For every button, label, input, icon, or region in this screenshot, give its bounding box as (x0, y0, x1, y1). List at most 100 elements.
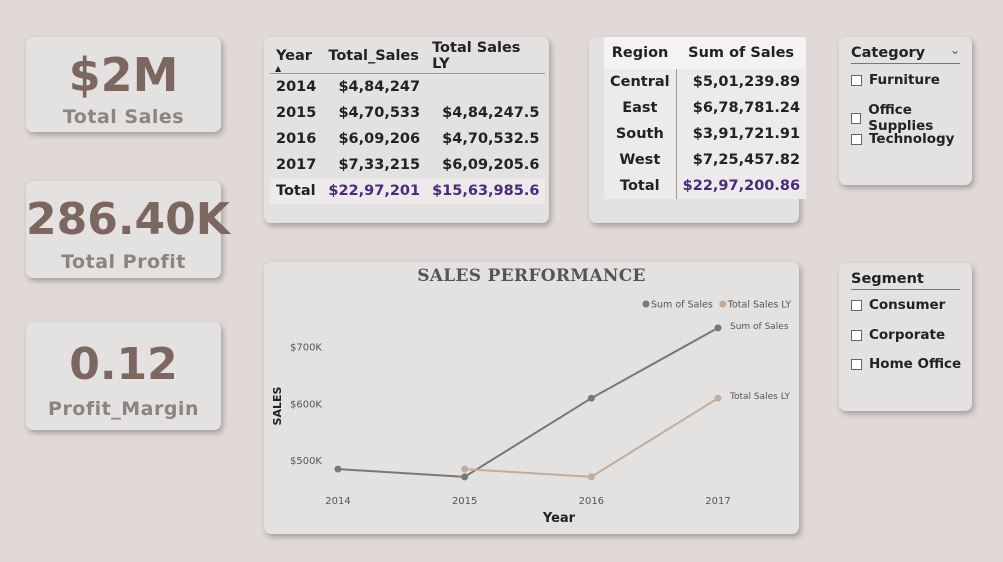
region-cell: South (604, 121, 677, 147)
category-slicer: Category ⌄ Furniture Office Supplies Tec… (839, 37, 972, 185)
y-tick-label: $500K (290, 456, 322, 467)
sales-performance-chart: SALES PERFORMANCE $500K $600K $700K 2014 201… (264, 262, 799, 534)
slicer-item-label: Office Supplies (868, 102, 934, 134)
legend-marker (642, 300, 650, 308)
sum-of-sales-cell: $3,91,721.91 (692, 126, 801, 142)
total-sales-ly-cell: $6,09,205.6 (442, 157, 540, 173)
sum-of-sales-end-label: Sum of Sales (730, 322, 789, 332)
total-sales-ly-total-cell: $15,63,985.6 (432, 183, 540, 199)
chevron-down-icon[interactable]: ⌄ (950, 43, 960, 57)
region-cell: West (604, 147, 677, 173)
slicer-item-label: Technology (869, 131, 955, 147)
table-row: 2014 $4,84,247 (270, 74, 545, 101)
table-row: Central $5,01,239.89 (604, 69, 806, 95)
year-cell: 2014 (276, 79, 317, 95)
region-sales-table: Region Sum of Sales Central $5,01,239.89… (604, 37, 807, 199)
slicer-item-label: Home Office (869, 356, 962, 372)
table-total-row: Total $22,97,200.86 (604, 173, 806, 199)
total-profit-value: 286.40K (26, 194, 230, 245)
slicer-item-office-supplies[interactable]: Office Supplies (851, 102, 972, 134)
year-cell: 2017 (276, 157, 317, 173)
checkbox[interactable] (851, 133, 862, 145)
legend-entry-sum-of-sales: Sum of Sales (651, 300, 713, 311)
region-cell: East (604, 95, 677, 121)
sum-of-sales-cell: $6,78,781.24 (692, 100, 801, 116)
year-cell: 2015 (276, 105, 317, 121)
region-sales-table-card: Region Sum of Sales Central $5,01,239.89… (589, 37, 807, 223)
total-sales-cell: $4,84,247 (338, 79, 421, 95)
total-label-cell: Total (276, 183, 316, 199)
checkbox[interactable] (851, 299, 862, 311)
column-header-region[interactable]: Region (604, 37, 677, 69)
column-header-sum-of-sales[interactable]: Sum of Sales (676, 37, 807, 69)
total-sales-value: $2M (68, 48, 179, 102)
sum-of-sales-data-point (461, 473, 469, 481)
category-slicer-title: Category (851, 45, 926, 61)
total-sales-card: $2M Total Sales (26, 37, 221, 132)
column-header-total-sales-ly[interactable]: Total Sales LY (426, 39, 545, 74)
column-header-year[interactable]: Year (270, 39, 322, 74)
slicer-item-label: Furniture (869, 72, 940, 88)
slicer-item-corporate[interactable]: Corporate (851, 327, 945, 343)
checkbox[interactable] (851, 112, 862, 124)
region-cell: Central (604, 69, 677, 95)
x-tick-label: 2017 (705, 496, 730, 507)
year-sales-table: Year Total_Sales Total Sales LY 2014 $4,… (270, 39, 546, 204)
table-total-row: Total $22,97,201 $15,63,985.6 (270, 178, 546, 204)
total-sales-ly-cell: $4,70,532.5 (442, 131, 540, 147)
sum-of-sales-data-point (587, 394, 595, 402)
y-tick-label: $700K (290, 343, 322, 354)
table-row: West $7,25,457.82 (604, 147, 806, 173)
divider (851, 289, 960, 290)
profit-margin-value: 0.12 (69, 339, 178, 390)
x-tick-label: 2016 (579, 496, 604, 507)
profit-margin-label: Profit_Margin (48, 398, 199, 420)
slicer-item-label: Corporate (869, 327, 946, 343)
sum-of-sales-data-point (334, 465, 342, 473)
sum-of-sales-total-cell: $22,97,200.86 (682, 178, 801, 194)
total-sales-ly-end-label: Total Sales LY (729, 392, 791, 402)
segment-slicer: Segment Consumer Corporate Home Office (839, 263, 972, 411)
table-row: South $3,91,721.91 (604, 121, 806, 147)
year-sales-table-card: ▲ Year Total_Sales Total Sales LY 2014 $… (264, 37, 549, 223)
slicer-item-label: Consumer (869, 297, 946, 313)
checkbox[interactable] (851, 329, 862, 341)
x-axis-label: Year (542, 511, 576, 526)
slicer-item-consumer[interactable]: Consumer (851, 297, 945, 313)
sum-of-sales-data-point (714, 324, 722, 332)
x-tick-label: 2014 (325, 496, 350, 507)
total-sales-cell: $7,33,215 (338, 157, 421, 173)
total-sales-ly-series-line (464, 397, 719, 478)
total-sales-ly-data-point (714, 394, 722, 402)
table-row: East $6,78,781.24 (604, 95, 806, 121)
column-header-total-sales[interactable]: Total_Sales (322, 39, 426, 74)
sum-of-sales-cell: $5,01,239.89 (692, 74, 801, 90)
total-sales-cell: $4,70,533 (338, 105, 421, 121)
total-sales-ly-data-point (461, 465, 469, 473)
total-sales-cell: $6,09,206 (338, 131, 421, 147)
total-sales-total-cell: $22,97,201 (328, 183, 421, 199)
total-label-cell: Total (604, 173, 677, 199)
total-profit-card: 286.40K Total Profit (26, 181, 230, 278)
slicer-item-furniture[interactable]: Furniture (851, 72, 940, 88)
total-sales-ly-cell (426, 74, 545, 101)
checkbox[interactable] (851, 358, 862, 370)
sum-of-sales-cell: $7,25,457.82 (692, 152, 801, 168)
legend-entry-total-sales-ly: Total Sales LY (727, 300, 792, 311)
table-row: 2016 $6,09,206 $4,70,532.5 (270, 126, 545, 152)
checkbox[interactable] (851, 74, 862, 86)
legend-marker (719, 300, 727, 308)
slicer-item-home-office[interactable]: Home Office (851, 356, 961, 372)
total-sales-ly-data-point (587, 473, 595, 481)
divider (851, 63, 960, 64)
sum-of-sales-series-line (337, 326, 719, 478)
y-tick-label: $600K (290, 399, 322, 410)
slicer-item-technology[interactable]: Technology (851, 131, 954, 147)
y-axis-label: SALES (271, 386, 284, 425)
x-tick-label: 2015 (452, 496, 477, 507)
table-row: 2017 $7,33,215 $6,09,205.6 (270, 152, 545, 178)
total-sales-ly-cell: $4,84,247.5 (442, 105, 540, 121)
total-profit-label: Total Profit (61, 251, 186, 273)
year-cell: 2016 (276, 131, 317, 147)
total-sales-label: Total Sales (62, 106, 185, 128)
